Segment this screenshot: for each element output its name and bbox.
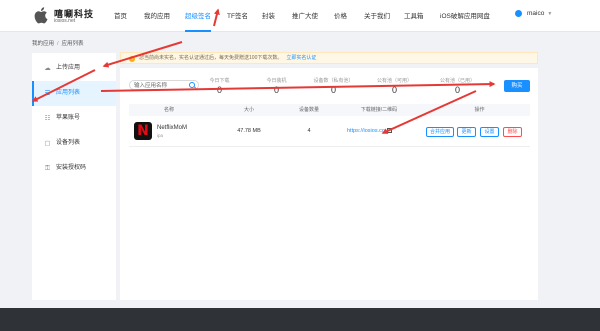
column-header-size: 大小 <box>243 107 254 113</box>
breadcrumb: 我的应用 / 应用列表 <box>32 39 84 47</box>
stat-value: 0 <box>391 85 397 95</box>
app-sub: ipa <box>157 133 164 138</box>
netflix-app-icon: N <box>134 122 152 140</box>
sidebar-item-label: 上传应用 <box>56 65 81 71</box>
nav-pricing[interactable]: 价格 <box>334 0 347 32</box>
brand-logo[interactable]: 嘻唰科技 iosios.net <box>34 6 94 26</box>
stat-value: 0 <box>216 85 222 95</box>
breadcrumb-separator: / <box>57 41 59 47</box>
stat-private-pool: 设备数（私有池） 0 <box>306 77 361 95</box>
username: maico <box>527 10 545 18</box>
nav-tf-sign[interactable]: TF签名 <box>227 0 248 32</box>
devices-icon: ▢ <box>44 140 51 147</box>
stat-today-installs: 今日装机 0 <box>249 77 304 95</box>
download-link-cell: https://iosios.co <box>347 128 392 134</box>
sidebar-item-app-list[interactable]: ☰ 应用列表 <box>32 81 116 106</box>
merge-app-button[interactable]: 合并应用 <box>426 127 454 137</box>
sidebar-item-devices[interactable]: ▢ 设备列表 <box>32 131 116 156</box>
sidebar-item-label: 应用列表 <box>56 90 81 96</box>
stat-public-available: 公有池（可用） 0 <box>367 77 422 95</box>
apple-logo-icon <box>34 7 48 24</box>
sidebar-item-label: 安装授权码 <box>56 165 87 171</box>
download-link[interactable]: https://iosios.co <box>347 128 385 134</box>
qr-code-icon[interactable] <box>386 128 392 133</box>
apple-id-icon: ☷ <box>44 115 51 122</box>
buy-button[interactable]: 购买 <box>504 80 530 92</box>
table-row: N NetflixMoM ipa 47.78 MB 4 https://iosi… <box>129 117 530 147</box>
column-header-devices: 设备数量 <box>298 107 319 113</box>
column-header-name: 名称 <box>163 107 174 113</box>
app-size: 47.78 MB <box>237 128 261 134</box>
chevron-down-icon: ▼ <box>547 11 553 18</box>
stat-public-used: 公有池（已用） 0 <box>430 77 485 95</box>
sidebar-item-install-code[interactable]: ⚿ 安装授权码 <box>32 156 116 181</box>
notice-text: 您当前尚未实名，实名认证通过后，每天免费赠送100下载次数。 <box>139 55 283 61</box>
brand-subtitle: iosios.net <box>54 18 76 24</box>
app-name: NetflixMoM <box>157 125 188 131</box>
column-header-actions: 操作 <box>474 107 485 113</box>
list-icon: ☰ <box>44 90 51 97</box>
sidebar-item-apple-id[interactable]: ☷ 苹果账号 <box>32 106 116 131</box>
sidebar-item-label: 苹果账号 <box>56 115 81 121</box>
stat-label: 公有池（可用） <box>376 78 412 84</box>
nav-about[interactable]: 关于我们 <box>364 0 390 32</box>
sidebar-item-label: 设备列表 <box>56 140 81 146</box>
nav-super-sign[interactable]: 超级签名 <box>185 0 211 32</box>
key-icon: ⚿ <box>45 165 50 172</box>
avatar <box>515 10 522 17</box>
warning-icon: ! <box>129 56 135 62</box>
nav-ios-cracked-drive[interactable]: iOS破解应用网盘 <box>440 0 490 32</box>
verification-notice: ! 您当前尚未实名，实名认证通过后，每天免费赠送100下载次数。 立即实名认证 <box>120 52 538 64</box>
top-navbar: 嘻唰科技 iosios.net 首页 我的应用 超级签名 TF签名 封装 推广大… <box>0 0 600 32</box>
update-button[interactable]: 更新 <box>457 127 476 137</box>
nav-my-apps[interactable]: 我的应用 <box>144 0 170 32</box>
nav-package[interactable]: 封装 <box>262 0 275 32</box>
stat-label: 设备数（私有池） <box>313 78 354 84</box>
delete-button[interactable]: 删除 <box>503 127 522 137</box>
app-list-panel <box>120 68 538 300</box>
verify-now-link[interactable]: 立即实名认证 <box>286 55 316 61</box>
breadcrumb-app-list: 应用列表 <box>61 41 84 47</box>
search-input[interactable] <box>134 82 190 89</box>
nav-promoter[interactable]: 推广大使 <box>292 0 318 32</box>
settings-button[interactable]: 设置 <box>480 127 499 137</box>
table-header: 名称 大小 设备数量 下载链接/二维码 操作 <box>129 104 530 116</box>
stat-value: 0 <box>330 85 336 95</box>
user-menu[interactable]: maico ▼ <box>515 10 552 17</box>
stat-today-downloads: 今日下载 0 <box>192 77 247 95</box>
stat-value: 0 <box>273 85 279 95</box>
stat-label: 公有池（已用） <box>439 78 475 84</box>
stat-value: 0 <box>454 85 460 95</box>
stat-label: 今日装机 <box>266 78 287 84</box>
breadcrumb-my-apps[interactable]: 我的应用 <box>32 41 54 47</box>
sidebar: ☁ 上传应用 ☰ 应用列表 ☷ 苹果账号 ▢ 设备列表 ⚿ 安装授权码 <box>32 53 116 300</box>
footer <box>0 308 600 331</box>
sidebar-item-upload[interactable]: ☁ 上传应用 <box>32 56 116 81</box>
stat-label: 今日下载 <box>209 78 230 84</box>
app-device-count: 4 <box>307 128 311 134</box>
nav-toolbox[interactable]: 工具箱 <box>404 0 424 32</box>
nav-home[interactable]: 首页 <box>114 0 127 32</box>
column-header-download-link: 下载链接/二维码 <box>360 107 398 113</box>
cloud-upload-icon: ☁ <box>44 65 51 72</box>
search-box[interactable] <box>129 80 199 90</box>
